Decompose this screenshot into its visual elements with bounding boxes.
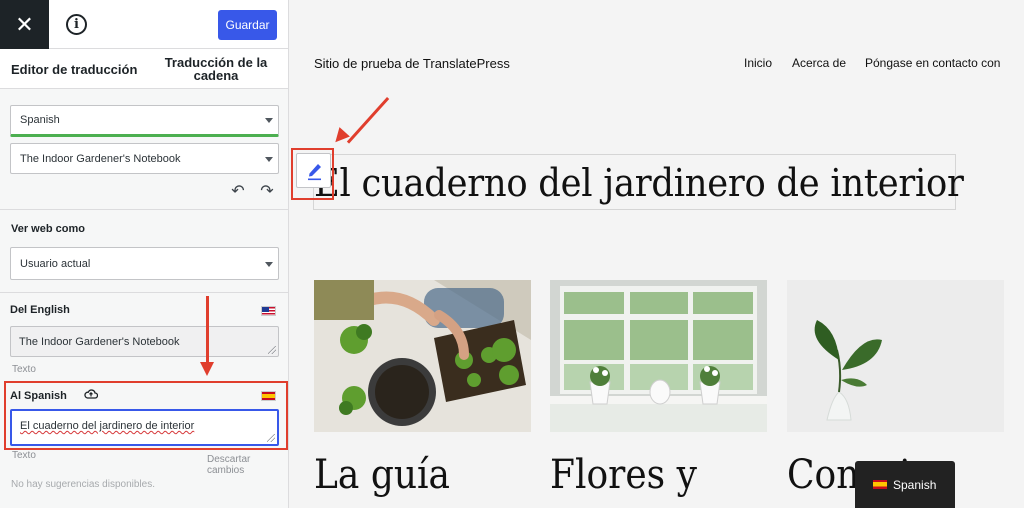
language-switcher[interactable]: Spanish xyxy=(855,461,955,508)
no-suggestions-text: No hay sugerencias disponibles. xyxy=(11,479,155,490)
translation-input-text: El cuaderno del jardinero de interior xyxy=(20,420,195,432)
hero-title-text: El cuaderno del jardinero de interior xyxy=(314,161,964,205)
translation-input[interactable]: El cuaderno del jardinero de interior xyxy=(10,409,279,446)
view-as-title: Ver web como xyxy=(11,223,85,235)
original-string-field: The Indoor Gardener's Notebook xyxy=(10,326,279,357)
annotation-arrow-head xyxy=(200,362,214,376)
translatepress-editor: ✕ i Guardar Editor de traducción Traducc… xyxy=(0,0,1024,508)
save-button[interactable]: Guardar xyxy=(218,10,277,40)
divider xyxy=(0,292,288,293)
translation-sidebar: ✕ i Guardar Editor de traducción Traducc… xyxy=(0,0,289,508)
nav-link-about[interactable]: Acerca de xyxy=(792,56,846,70)
close-icon[interactable]: ✕ xyxy=(0,0,49,49)
edit-string-highlight xyxy=(291,148,334,200)
view-as-select-value: Usuario actual xyxy=(20,257,91,270)
resize-handle[interactable] xyxy=(267,434,275,442)
tab-string-translation[interactable]: Traducción de la cadena xyxy=(158,49,274,89)
post-image-plant-vase[interactable] xyxy=(787,280,1004,432)
annotation-arrow-line xyxy=(206,296,209,362)
to-language-title: Al Spanish xyxy=(10,390,67,402)
es-flag-icon xyxy=(261,391,276,401)
es-flag-icon xyxy=(873,480,887,489)
page-select[interactable]: The Indoor Gardener's Notebook xyxy=(10,143,279,174)
info-icon[interactable]: i xyxy=(66,14,87,35)
us-flag-icon xyxy=(261,306,276,316)
page-select-value: The Indoor Gardener's Notebook xyxy=(20,152,181,165)
tab-string-label-line2: cadena xyxy=(193,68,239,83)
post-title[interactable]: La guía xyxy=(314,452,465,498)
chevron-down-icon xyxy=(265,261,273,267)
discard-changes-link[interactable]: Descartar cambios xyxy=(207,454,288,476)
original-type-hint: Texto xyxy=(12,364,36,375)
language-select-value: Spanish xyxy=(20,114,60,126)
language-select[interactable]: Spanish xyxy=(10,105,279,137)
nav-link-home[interactable]: Inicio xyxy=(744,56,772,70)
post-title[interactable]: Flores y xyxy=(550,452,713,498)
translation-type-hint: Texto xyxy=(12,450,36,461)
resize-handle[interactable] xyxy=(268,346,276,354)
cloud-icon[interactable] xyxy=(84,388,99,399)
pencil-icon[interactable] xyxy=(296,153,331,188)
post-title-text: Flores y xyxy=(550,452,697,498)
editor-tabs: Editor de traducción Traducción de la ca… xyxy=(0,49,288,89)
chevron-down-icon xyxy=(265,156,273,162)
post-image-gardening[interactable] xyxy=(314,280,531,432)
language-switcher-label: Spanish xyxy=(893,477,937,492)
nav-link-contact[interactable]: Póngase en contacto con xyxy=(865,56,1000,70)
sidebar-toolbar: ✕ i Guardar xyxy=(0,0,288,49)
view-as-select[interactable]: Usuario actual xyxy=(10,247,279,280)
site-title[interactable]: Sitio de prueba de TranslatePress xyxy=(314,56,510,71)
from-language-title: Del English xyxy=(10,304,70,316)
post-title-text: La guía xyxy=(314,452,451,498)
divider xyxy=(0,209,288,210)
site-preview: Sitio de prueba de TranslatePress Inicio… xyxy=(290,0,1024,508)
redo-icon[interactable]: ↷ xyxy=(257,182,277,200)
tab-translation-editor[interactable]: Editor de traducción xyxy=(11,49,151,89)
chevron-down-icon xyxy=(265,118,273,123)
original-string-text: The Indoor Gardener's Notebook xyxy=(19,336,180,348)
hero-title[interactable]: El cuaderno del jardinero de interior xyxy=(313,154,964,210)
undo-icon[interactable]: ↶ xyxy=(228,182,248,200)
post-image-window-flowers[interactable] xyxy=(550,280,767,432)
